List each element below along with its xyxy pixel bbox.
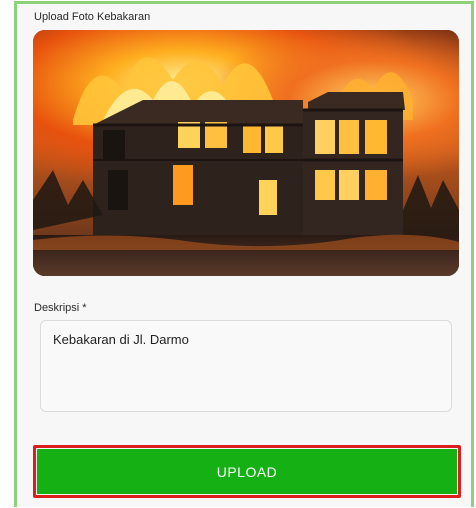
photo-upload-label: Upload Foto Kebakaran: [34, 11, 151, 23]
description-textarea[interactable]: Kebakaran di Jl. Darmo: [40, 320, 452, 412]
description-label: Deskripsi *: [34, 302, 87, 314]
fire-photo-preview[interactable]: [33, 30, 459, 276]
upload-button[interactable]: UPLOAD: [37, 449, 457, 494]
burning-house-image: [33, 30, 459, 276]
